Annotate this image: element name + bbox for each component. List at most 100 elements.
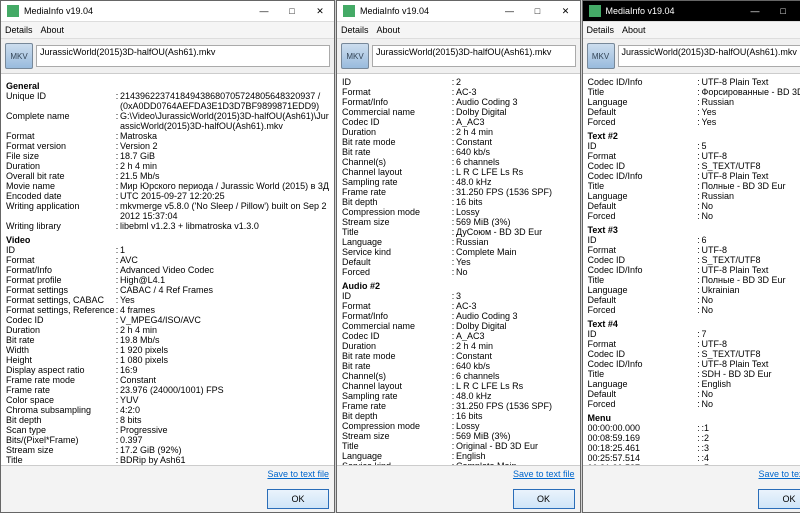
info-key: Frame rate mode xyxy=(6,375,114,385)
info-value: AC-3 xyxy=(456,301,575,311)
info-key: Codec ID xyxy=(588,255,696,265)
info-value: Ukrainian xyxy=(702,285,800,295)
format-icon[interactable]: MKV xyxy=(587,43,615,69)
minimize-button[interactable]: — xyxy=(496,1,524,21)
info-value: 16:9 xyxy=(120,365,329,375)
window-buttons: —□✕ xyxy=(250,1,334,21)
info-row: Codec ID:S_TEXT/UTF8 xyxy=(588,349,800,359)
window-title: MediaInfo v19.04 xyxy=(360,6,496,16)
toolbar: MKVJurassicWorld(2015)3D-halfOU(Ash61).m… xyxy=(583,39,800,74)
info-value: Yes xyxy=(120,295,329,305)
menu-details[interactable]: Details xyxy=(587,25,615,35)
info-value: Advanced Video Codec xyxy=(120,265,329,275)
close-button[interactable]: ✕ xyxy=(552,1,580,21)
titlebar[interactable]: MediaInfo v19.04—□✕ xyxy=(583,1,800,22)
info-value: Progressive xyxy=(120,425,329,435)
info-value: 17.2 GiB (92%) xyxy=(120,445,329,455)
app-window: MediaInfo v19.04—□✕ Details About MKVJurass… xyxy=(0,0,335,513)
toolbar: MKVJurassicWorld(2015)3D-halfOU(Ash61).m… xyxy=(1,39,334,74)
info-key: Format xyxy=(588,245,696,255)
ok-button[interactable]: OK xyxy=(758,489,800,509)
info-value: No xyxy=(456,267,575,277)
info-value: V_MPEG4/ISO/AVC xyxy=(120,315,329,325)
footer: Save to text file OK xyxy=(337,465,580,512)
details-pane[interactable]: Codec ID/Info:UTF-8 Plain TextTitle:Форс… xyxy=(583,74,800,465)
info-key: Language xyxy=(588,97,696,107)
info-value: 8 bits xyxy=(120,415,329,425)
info-row: Channel layout:L R C LFE Ls Rs xyxy=(342,167,575,177)
app-window: MediaInfo v19.04—□✕ Details About MKVJurass… xyxy=(582,0,800,513)
titlebar[interactable]: MediaInfo v19.04—□✕ xyxy=(1,1,334,22)
info-row: Forced:No xyxy=(588,305,800,315)
window-title: MediaInfo v19.04 xyxy=(24,6,250,16)
info-value: 2 h 4 min xyxy=(456,127,575,137)
info-row: Codec ID/Info:UTF-8 Plain Text xyxy=(588,265,800,275)
info-key: Format xyxy=(588,151,696,161)
info-key: Frame rate xyxy=(6,385,114,395)
file-path-input[interactable]: JurassicWorld(2015)3D-halfOU(Ash61).mkv xyxy=(372,45,576,67)
maximize-button[interactable]: □ xyxy=(278,1,306,21)
ok-button[interactable]: OK xyxy=(513,489,575,509)
ok-button[interactable]: OK xyxy=(267,489,329,509)
info-row: Format:UTF-8 xyxy=(588,245,800,255)
titlebar[interactable]: MediaInfo v19.04—□✕ xyxy=(337,1,580,22)
info-row: Codec ID:A_AC3 xyxy=(342,331,575,341)
info-value: Original - BD 3D Eur xyxy=(456,441,575,451)
save-to-text-link[interactable]: Save to text file xyxy=(513,469,575,479)
file-path-input[interactable]: JurassicWorld(2015)3D-halfOU(Ash61).mkv xyxy=(36,45,330,67)
close-button[interactable]: ✕ xyxy=(306,1,334,21)
info-value: Yes xyxy=(702,107,800,117)
info-key: Frame rate xyxy=(342,187,450,197)
info-row: Movie name:Мир Юрского периода / Jurassi… xyxy=(6,181,329,191)
info-value: 569 MiB (3%) xyxy=(456,431,575,441)
minimize-button[interactable]: — xyxy=(741,1,769,21)
info-key: Codec ID/Info xyxy=(588,359,696,369)
info-value: Version 2 xyxy=(120,141,329,151)
format-icon[interactable]: MKV xyxy=(341,43,369,69)
info-key: Commercial name xyxy=(342,107,450,117)
save-to-text-link[interactable]: Save to text file xyxy=(758,469,800,479)
info-value: UTC 2015-09-27 12:20:25 xyxy=(120,191,329,201)
app-icon xyxy=(7,5,19,17)
menu-about[interactable]: About xyxy=(622,25,646,35)
info-value: 5 xyxy=(702,141,800,151)
info-value: No xyxy=(702,201,800,211)
menu-about[interactable]: About xyxy=(41,25,65,35)
maximize-button[interactable]: □ xyxy=(769,1,797,21)
app-icon xyxy=(589,5,601,17)
info-value: 6 channels xyxy=(456,157,575,167)
file-path-input[interactable]: JurassicWorld(2015)3D-halfOU(Ash61).mkv xyxy=(618,45,800,67)
info-value: mkvmerge v5.8.0 ('No Sleep / Pillow') bu… xyxy=(120,201,329,221)
info-row: Codec ID:V_MPEG4/ISO/AVC xyxy=(6,315,329,325)
minimize-button[interactable]: — xyxy=(250,1,278,21)
save-to-text-link[interactable]: Save to text file xyxy=(267,469,329,479)
info-row: Duration:2 h 4 min xyxy=(342,127,575,137)
info-value: Matroska xyxy=(120,131,329,141)
info-row: ID:5 xyxy=(588,141,800,151)
info-row: Channel(s):6 channels xyxy=(342,157,575,167)
info-row: Overall bit rate:21.5 Mb/s xyxy=(6,171,329,181)
menu-details[interactable]: Details xyxy=(5,25,33,35)
menu-details[interactable]: Details xyxy=(341,25,369,35)
info-key: Title xyxy=(588,369,696,379)
info-row: Channel layout:L R C LFE Ls Rs xyxy=(342,381,575,391)
maximize-button[interactable]: □ xyxy=(524,1,552,21)
info-key: Default xyxy=(588,201,696,211)
format-icon[interactable]: MKV xyxy=(5,43,33,69)
info-value: 48.0 kHz xyxy=(456,391,575,401)
info-row: Forced:No xyxy=(588,399,800,409)
info-value: 0.397 xyxy=(120,435,329,445)
info-value: Полные - BD 3D Eur xyxy=(702,181,800,191)
info-key: Sampling rate xyxy=(342,391,450,401)
details-pane[interactable]: ID:2Format:AC-3Format/Info:Audio Coding … xyxy=(337,74,580,465)
section-header: Menu xyxy=(588,413,800,423)
info-value: Audio Coding 3 xyxy=(456,97,575,107)
info-row: Language:English xyxy=(588,379,800,389)
details-pane[interactable]: GeneralUnique ID:21439622374184943868070… xyxy=(1,74,334,465)
info-value: 6 channels xyxy=(456,371,575,381)
menu-about[interactable]: About xyxy=(377,25,401,35)
info-key: Channel(s) xyxy=(342,371,450,381)
info-row: Format version:Version 2 xyxy=(6,141,329,151)
info-value: UTF-8 Plain Text xyxy=(702,359,800,369)
info-key: Codec ID xyxy=(342,117,450,127)
